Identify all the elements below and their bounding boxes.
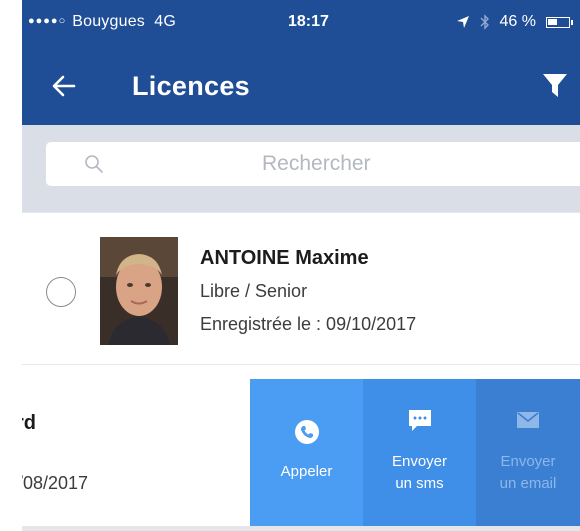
search-input[interactable]: Rechercher xyxy=(46,142,580,186)
status-bar: ●●●●○ Bouygues 4G 18:17 46 % xyxy=(22,0,580,46)
location-arrow-icon xyxy=(456,16,469,28)
send-sms-label-line1: Envoyer xyxy=(391,453,448,470)
send-email-label-line2: un email xyxy=(499,475,557,492)
phone-icon xyxy=(294,420,319,444)
send-sms-button[interactable]: Envoyer un sms xyxy=(363,379,476,526)
carrier-info: ●●●●○ Bouygues 4G xyxy=(28,13,176,31)
bluetooth-icon xyxy=(480,14,489,30)
call-label: Appeler xyxy=(280,463,333,480)
list-divider xyxy=(22,526,580,531)
registration-date: /08/2017 xyxy=(22,473,89,493)
filter-funnel-icon[interactable] xyxy=(542,72,568,100)
send-email-button[interactable]: Envoyer un email xyxy=(476,379,580,526)
list-item[interactable]: ANTOINE Maxime Libre / Senior Enregistré… xyxy=(22,212,580,364)
chat-bubble-icon xyxy=(408,410,431,431)
member-name: ANTOINE Maxime xyxy=(200,247,369,269)
list-item[interactable]: rd /08/2017 Appeler Envoyer un sms xyxy=(22,364,580,526)
battery-percent: 46 % xyxy=(499,13,536,30)
member-name: rd xyxy=(22,412,36,434)
send-sms-label: Envoyer un sms xyxy=(363,451,476,495)
send-email-label-line1: Envoyer xyxy=(500,453,556,470)
envelope-icon xyxy=(517,412,539,428)
swipe-actions: Appeler Envoyer un sms Envoyer un email xyxy=(250,379,580,526)
search-area: Rechercher xyxy=(22,125,580,212)
status-right: 46 % xyxy=(456,13,573,31)
battery-icon xyxy=(546,16,573,28)
network-type: 4G xyxy=(154,13,177,30)
call-button[interactable]: Appeler xyxy=(250,379,363,526)
send-email-label: Envoyer un email xyxy=(476,451,580,495)
status-time: 18:17 xyxy=(288,13,329,30)
member-category: Libre / Senior xyxy=(200,281,308,301)
nav-bar: Licences xyxy=(22,60,580,110)
search-icon xyxy=(85,155,103,173)
send-sms-label-line2: un sms xyxy=(395,475,444,492)
select-radio-button[interactable] xyxy=(46,277,76,307)
app-header: ●●●●○ Bouygues 4G 18:17 46 % Licences xyxy=(22,0,580,125)
search-placeholder: Rechercher xyxy=(262,152,371,175)
signal-strength-icon: ●●●●○ xyxy=(28,15,67,27)
avatar xyxy=(100,237,178,345)
page-title: Licences xyxy=(132,71,250,101)
registration-date: Enregistrée le : 09/10/2017 xyxy=(200,314,417,334)
back-arrow-icon[interactable] xyxy=(50,72,78,100)
carrier-name: Bouygues xyxy=(72,13,145,30)
